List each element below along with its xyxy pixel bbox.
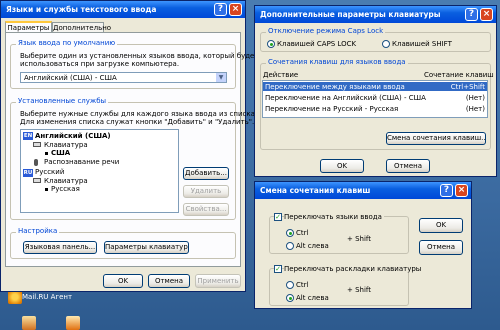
hotkey-row[interactable]: Переключение на Английский (США) - США (… <box>263 93 487 102</box>
ctrl-label-2[interactable]: Ctrl <box>296 281 308 289</box>
chevron-down-icon[interactable]: ▼ <box>216 73 226 82</box>
help-icon[interactable]: ? <box>214 3 227 16</box>
remove-button[interactable]: Удалить <box>183 185 229 198</box>
tree-usa[interactable]: США <box>51 149 70 157</box>
group-label: Сочетания клавиш для языков ввода <box>266 58 408 66</box>
caps-lock-label[interactable]: Клавишей CAPS LOCK <box>277 40 356 48</box>
switch-language-label[interactable]: Переключать языки ввода <box>284 213 384 221</box>
close-icon[interactable]: × <box>455 184 468 197</box>
desktop-icon-label[interactable]: Mail.RU Агент <box>22 293 72 301</box>
cancel-button[interactable]: Отмена <box>148 274 190 288</box>
shift-label-2: + Shift <box>347 286 372 294</box>
tree-speech[interactable]: Распознавание речи <box>44 158 119 166</box>
desktop-app-icon-1[interactable] <box>22 316 36 330</box>
services-tree[interactable]: EN Английский (США) Клавиатура США Распо… <box>20 129 179 213</box>
advanced-keyboard-window: Дополнительные параметры клавиатуры ? × … <box>254 5 497 177</box>
hotkey-row[interactable]: Переключение на Русский - Русская (Нет) <box>263 104 487 113</box>
help-icon[interactable]: ? <box>465 8 478 21</box>
caps-lock-radio[interactable] <box>267 40 275 48</box>
microphone-icon <box>34 159 38 166</box>
desktop-app-icon-2[interactable] <box>66 316 80 330</box>
window-title[interactable]: Смена сочетания клавиш <box>255 182 471 199</box>
change-hotkey-window: Смена сочетания клавиш ? × ✓ Переключать… <box>254 181 472 309</box>
language-bar-button[interactable]: Языковая панель... <box>23 241 97 254</box>
group-label: Язык ввода по умолчанию <box>16 39 118 47</box>
add-button[interactable]: Добавить... <box>183 167 229 180</box>
group-label: Отключение режима Caps Lock <box>266 27 386 35</box>
ru-flag-icon: RU <box>23 169 33 177</box>
help-icon[interactable]: ? <box>440 184 453 197</box>
bullet-icon <box>45 152 48 155</box>
close-icon[interactable]: × <box>480 8 493 21</box>
en-flag-icon: EN <box>23 132 33 140</box>
ok-button[interactable]: OK <box>103 274 143 288</box>
ctrl-radio-2[interactable] <box>286 281 294 289</box>
properties-button[interactable]: Свойства... <box>183 203 229 216</box>
services-desc: Выберите нужные службы для каждого языка… <box>20 110 258 118</box>
switch-layout-checkbox[interactable]: ✓ <box>274 265 282 273</box>
shift-radio[interactable] <box>382 40 390 48</box>
hotkeys-list[interactable]: Переключение между языками ввода Ctrl+Sh… <box>262 80 488 118</box>
close-icon[interactable]: × <box>229 3 242 16</box>
ok-button[interactable]: OK <box>320 159 364 173</box>
bullet-icon <box>45 188 48 191</box>
hotkey-row-selected[interactable]: Переключение между языками ввода Ctrl+Sh… <box>263 82 487 91</box>
text-services-window: Языки и службы текстового ввода ? × Пара… <box>0 0 258 292</box>
tree-english[interactable]: Английский (США) <box>35 132 111 140</box>
alt-left-radio[interactable] <box>286 242 294 250</box>
column-header-combo: Сочетание клавиш <box>424 71 494 79</box>
shift-label[interactable]: Клавишей SHIFT <box>392 40 452 48</box>
keyboard-icon <box>33 178 41 183</box>
tree-keyboard-2[interactable]: Клавиатура <box>44 177 88 185</box>
default-lang-desc-2: использоваться при загрузке компьютера. <box>20 60 180 68</box>
alt-left-label-2[interactable]: Alt слева <box>296 294 329 302</box>
alt-left-radio-2[interactable] <box>286 294 294 302</box>
default-lang-desc: Выберите один из установленных языков вв… <box>20 52 259 60</box>
switch-language-checkbox[interactable]: ✓ <box>274 213 282 221</box>
tree-russkaya[interactable]: Русская <box>51 185 80 193</box>
key-settings-button[interactable]: Параметры клавиатуры... <box>104 241 189 254</box>
mail-agent-icon[interactable] <box>8 290 22 304</box>
group-label: Установленные службы <box>16 97 109 105</box>
window-title[interactable]: Языки и службы текстового ввода <box>1 1 245 18</box>
ok-button[interactable]: OK <box>419 218 463 233</box>
keyboard-icon <box>33 142 41 147</box>
group-label: Настройка <box>16 227 60 235</box>
tree-keyboard-1[interactable]: Клавиатура <box>44 141 88 149</box>
shift-label: + Shift <box>347 235 372 243</box>
switch-layout-label[interactable]: Переключать раскладки клавиатуры <box>284 265 424 273</box>
ctrl-label[interactable]: Ctrl <box>296 229 308 237</box>
alt-left-label[interactable]: Alt слева <box>296 242 329 250</box>
tree-russian[interactable]: Русский <box>35 168 64 176</box>
default-language-select[interactable]: Английский (США) - США ▼ <box>20 72 227 83</box>
services-desc-2: Для изменения списка служат кнопки "Доба… <box>20 118 255 126</box>
ctrl-radio[interactable] <box>286 229 294 237</box>
column-header-action: Действие <box>263 71 299 79</box>
window-title[interactable]: Дополнительные параметры клавиатуры <box>255 6 496 23</box>
apply-button[interactable]: Применить <box>195 274 241 288</box>
cancel-button[interactable]: Отмена <box>419 240 463 255</box>
change-hotkey-button[interactable]: Смена сочетания клавиш... <box>386 132 486 145</box>
cancel-button[interactable]: Отмена <box>386 159 430 173</box>
